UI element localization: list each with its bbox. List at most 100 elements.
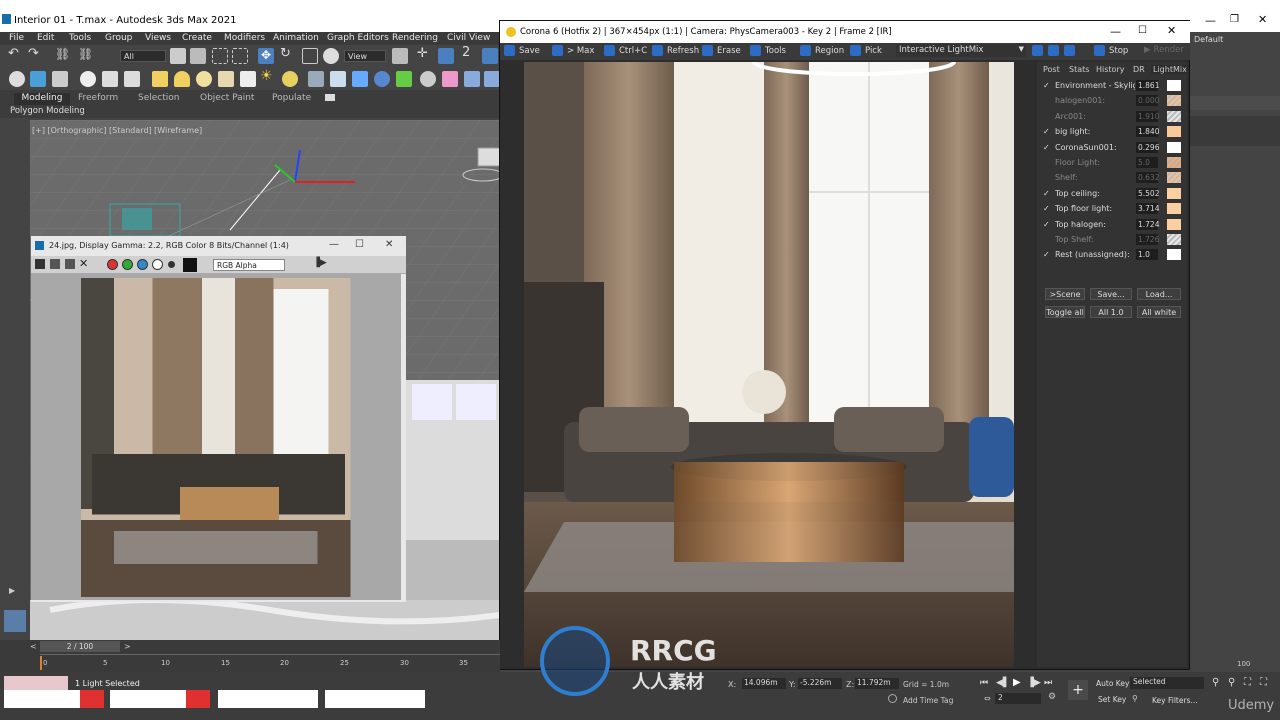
color-swatch-icon[interactable] [183, 258, 197, 272]
pattern-icon[interactable] [396, 71, 412, 87]
rotate-icon[interactable]: ↻ [280, 46, 296, 62]
menu-views[interactable]: Views [145, 33, 171, 43]
key-selection-dropdown[interactable]: Selected [1130, 677, 1204, 689]
y-coord-field[interactable]: -5.226m [798, 678, 842, 689]
lightmix-row[interactable]: ✓ big light: 1.840 [1043, 125, 1183, 139]
channel-dropdown[interactable]: RGB Alpha [213, 259, 285, 271]
scene-explorer-icon[interactable] [30, 71, 46, 87]
light-checkbox[interactable]: ✓ [1043, 251, 1051, 259]
angle-snap-icon[interactable] [482, 48, 498, 64]
unlink-icon[interactable]: ⛓ [78, 47, 94, 63]
select-by-name-icon[interactable] [190, 48, 206, 64]
light-color-swatch[interactable] [1167, 234, 1181, 245]
menu-civil-view[interactable]: Civil View [447, 33, 490, 43]
light-color-swatch[interactable] [1167, 141, 1181, 153]
lightmix-row[interactable]: ✓ Top ceiling: 5.502 [1043, 187, 1183, 201]
menu-group[interactable]: Group [105, 33, 132, 43]
render-setup-icon[interactable] [80, 71, 96, 87]
tab-dr[interactable]: DR [1133, 65, 1145, 74]
time-prev-icon[interactable]: < [30, 642, 37, 651]
scatter-icon[interactable] [330, 71, 346, 87]
scale-icon[interactable] [302, 48, 318, 64]
add-time-tag-button[interactable]: Add Time Tag [903, 696, 953, 705]
rect-region-icon[interactable] [212, 48, 228, 64]
corona-pick-button[interactable]: Pick [850, 45, 882, 56]
sphere-icon[interactable] [196, 71, 212, 87]
light-checkbox[interactable]: ✓ [1043, 220, 1051, 229]
green-channel-icon[interactable] [122, 259, 133, 270]
fb-save-icon[interactable] [35, 259, 45, 269]
corona-to-max-button[interactable]: > Max [552, 45, 594, 56]
all-white-button[interactable]: All white [1137, 306, 1181, 318]
light-intensity-field[interactable]: 1.910 [1136, 110, 1159, 122]
workspace-dropdown[interactable]: Default [1194, 35, 1223, 44]
omni-light-icon[interactable] [282, 71, 298, 87]
light-intensity-field[interactable]: 0.632 [1136, 172, 1159, 184]
light-checkbox[interactable] [1043, 236, 1051, 244]
light-intensity-field[interactable]: 1.0 [1136, 249, 1158, 261]
corona-stop-button[interactable]: Stop [1094, 45, 1128, 56]
light-intensity-field[interactable]: 1.840 [1136, 126, 1159, 138]
lightmix-row[interactable]: ✓ Top floor light: 3.714 [1043, 202, 1183, 216]
auto-key-button[interactable]: Auto Key [1096, 679, 1129, 688]
ribbon-toggle-icon[interactable] [325, 94, 335, 101]
corona-erase-button[interactable]: Erase [702, 45, 741, 56]
task-thumb-4[interactable] [325, 690, 425, 708]
corona-region-button[interactable]: Region [800, 45, 844, 56]
light-intensity-field[interactable]: 1.724 [1136, 218, 1159, 230]
light-intensity-field[interactable]: 0.296 [1136, 141, 1159, 153]
cloud-icon[interactable] [484, 71, 500, 87]
light-intensity-field[interactable]: 5.0 [1136, 157, 1158, 168]
light-color-swatch[interactable] [1167, 80, 1181, 91]
light-checkbox[interactable]: ✓ [1043, 82, 1051, 90]
key-filters-button[interactable]: Key Filters... [1152, 696, 1198, 705]
keyboard-shortcut-icon[interactable] [438, 48, 454, 64]
lightmix-row[interactable]: Shelf: 0.632 [1043, 171, 1183, 185]
restore-icon[interactable]: ❐ [1230, 14, 1239, 25]
task-thumb-1[interactable] [4, 690, 104, 708]
task-close-icon-2[interactable] [186, 690, 210, 708]
mono-icon[interactable] [168, 261, 175, 268]
lightmix-row[interactable]: ✓ Top halogen: 1.724 [1043, 218, 1183, 232]
link-icon[interactable]: ⛓ [55, 47, 71, 63]
light-intensity-field[interactable]: 0.000 [1136, 95, 1159, 107]
light-checkbox[interactable]: ✓ [1043, 205, 1051, 213]
lightmix-row[interactable]: Arc001: 1.910 [1043, 110, 1183, 124]
close-icon[interactable]: ✕ [1258, 13, 1267, 26]
redo-icon[interactable]: ↷ [28, 46, 44, 62]
task-thumb-2[interactable] [110, 690, 210, 708]
task-thumb-3[interactable] [218, 690, 318, 708]
sun-icon[interactable]: ☀ [260, 68, 276, 84]
blue-channel-icon[interactable] [137, 259, 148, 270]
lightmix-row[interactable]: ✓ Rest (unassigned): 1.0 [1043, 248, 1183, 262]
viewport-layout-icon[interactable] [4, 610, 26, 632]
camera-icon[interactable] [420, 71, 436, 87]
time-slider[interactable]: 2 / 100 [40, 641, 120, 652]
corona-render-view[interactable] [524, 62, 1014, 667]
lightmix-load-button[interactable]: Load... [1137, 288, 1181, 300]
proxy-icon[interactable] [308, 71, 324, 87]
zoom-all-icon[interactable]: ⚲ [1228, 677, 1235, 688]
next-frame-icon[interactable]: ▐▶ [1027, 678, 1041, 688]
lightmix-row[interactable]: ✓ CoronaSun001: 0.296 [1043, 141, 1183, 155]
time-ruler[interactable]: 0 5 10 15 20 25 30 35 [40, 654, 500, 670]
reference-coord-dropdown[interactable]: View [344, 50, 386, 62]
converter-icon[interactable] [442, 71, 458, 87]
move-icon[interactable]: ✥ [258, 48, 274, 64]
corona-maximize-icon[interactable]: ☐ [1138, 25, 1147, 36]
ribbon-polygon-modeling[interactable]: Polygon Modeling [10, 106, 85, 116]
lightmix-icon[interactable] [464, 71, 480, 87]
maxscript-listener[interactable] [4, 676, 68, 690]
zoom-fit-icon[interactable] [1064, 45, 1079, 56]
fb-clear-icon[interactable]: ✕ [79, 257, 88, 270]
fb-print-icon[interactable] [65, 259, 75, 269]
plane-icon[interactable] [152, 71, 168, 87]
menu-create[interactable]: Create [182, 33, 212, 43]
time-next-icon[interactable]: > [124, 642, 131, 651]
menu-graph-editors[interactable]: Graph Editors [327, 33, 389, 43]
ribbon-tab-selection[interactable]: Selection [138, 93, 179, 103]
prev-frame-icon[interactable]: ◀▌ [996, 678, 1010, 688]
ribbon-tab-freeform[interactable]: Freeform [78, 93, 118, 103]
window-crossing-icon[interactable] [232, 48, 248, 64]
fb-close-icon[interactable]: ✕ [385, 239, 393, 250]
